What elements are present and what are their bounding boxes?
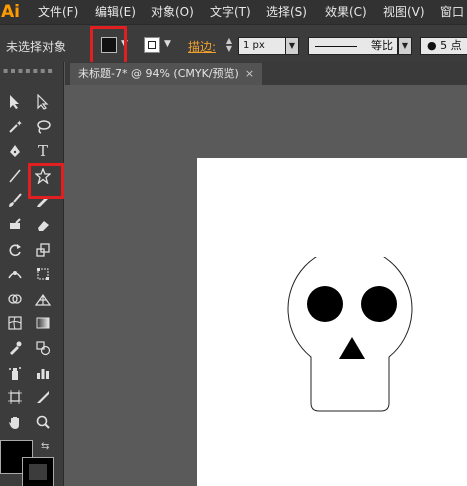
brush-dot-icon: ● bbox=[427, 39, 437, 52]
brush-definition-select[interactable]: ● 5 点 bbox=[420, 37, 467, 55]
profile-label: 等比 bbox=[371, 39, 393, 52]
document-tab-title: 未标题-7* @ 94% (CMYK/预览) bbox=[78, 67, 239, 80]
magic-wand-tool-icon[interactable]: ✦ bbox=[3, 116, 27, 138]
lasso-tool-icon[interactable] bbox=[31, 116, 55, 138]
slice-tool-icon[interactable] bbox=[31, 386, 55, 408]
zoom-tool-icon[interactable] bbox=[31, 411, 55, 433]
artboard-tool-icon[interactable] bbox=[3, 386, 27, 408]
width-tool-icon[interactable] bbox=[3, 263, 27, 285]
stroke-label[interactable]: 描边: bbox=[188, 38, 216, 55]
brush-value: 5 点 bbox=[440, 39, 462, 52]
illustrator-logo: Ai bbox=[1, 2, 20, 22]
menu-bar: Ai 文件(F) 编辑(E) 对象(O) 文字(T) 选择(S) 效果(C) 视… bbox=[0, 0, 467, 24]
menu-object[interactable]: 对象(O) bbox=[151, 3, 194, 21]
menu-edit[interactable]: 编辑(E) bbox=[95, 3, 136, 21]
line-segment-tool-icon[interactable] bbox=[3, 165, 27, 187]
menu-select[interactable]: 选择(S) bbox=[266, 3, 307, 21]
paintbrush-tool-icon[interactable] bbox=[3, 189, 27, 211]
shape-builder-tool-icon[interactable] bbox=[3, 288, 27, 310]
variable-width-profile-select[interactable]: 等比 bbox=[308, 37, 398, 55]
svg-text:✦: ✦ bbox=[16, 119, 23, 128]
pen-tool-icon[interactable] bbox=[3, 140, 27, 162]
skull-right-eye[interactable] bbox=[361, 286, 397, 322]
swap-fill-stroke-icon[interactable]: ⇆ bbox=[41, 441, 49, 452]
direct-selection-tool-icon[interactable] bbox=[31, 91, 55, 113]
menu-view[interactable]: 视图(V) bbox=[383, 3, 425, 21]
column-graph-tool-icon[interactable] bbox=[31, 362, 55, 384]
menu-file[interactable]: 文件(F) bbox=[38, 3, 78, 21]
perspective-grid-tool-icon[interactable] bbox=[31, 288, 55, 310]
scale-tool-icon[interactable] bbox=[31, 239, 55, 261]
stroke-color-box[interactable] bbox=[22, 457, 54, 486]
skull-outline[interactable] bbox=[287, 257, 413, 412]
stroke-dropdown-arrow-icon[interactable]: ▼ bbox=[164, 39, 171, 49]
type-tool-icon[interactable]: T bbox=[31, 140, 55, 162]
skull-artwork[interactable] bbox=[286, 257, 414, 415]
menu-type[interactable]: 文字(T) bbox=[210, 3, 251, 21]
hand-tool-icon[interactable] bbox=[3, 411, 27, 433]
selection-status: 未选择对象 bbox=[6, 40, 67, 54]
profile-line-preview bbox=[315, 46, 357, 47]
panel-grip-icon[interactable]: ▪▪▪▪▪▪▪ bbox=[0, 66, 64, 76]
eyedropper-tool-icon[interactable] bbox=[3, 337, 27, 359]
selection-tool-icon[interactable] bbox=[3, 91, 27, 113]
menu-effect[interactable]: 效果(C) bbox=[325, 3, 367, 21]
eraser-tool-icon[interactable] bbox=[31, 214, 55, 236]
rotate-tool-icon[interactable] bbox=[3, 239, 27, 261]
symbol-sprayer-tool-icon[interactable] bbox=[3, 362, 27, 384]
close-icon[interactable]: × bbox=[245, 63, 254, 85]
star-tool-highlight-box bbox=[28, 163, 64, 199]
menu-window[interactable]: 窗口 bbox=[440, 3, 464, 21]
mesh-tool-icon[interactable] bbox=[3, 312, 27, 334]
stroke-color-swatch[interactable] bbox=[144, 37, 160, 53]
stroke-weight-spinner[interactable]: ▲ ▼ bbox=[222, 37, 236, 55]
stroke-weight-dropdown-icon[interactable]: ▼ bbox=[285, 37, 299, 55]
gradient-tool-icon[interactable] bbox=[31, 312, 55, 334]
free-transform-tool-icon[interactable] bbox=[31, 263, 55, 285]
profile-dropdown-icon[interactable]: ▼ bbox=[398, 37, 412, 55]
document-tab[interactable]: 未标题-7* @ 94% (CMYK/预览) × bbox=[70, 63, 263, 85]
blob-brush-tool-icon[interactable] bbox=[3, 214, 27, 236]
fill-highlight-box bbox=[90, 26, 127, 66]
skull-left-eye[interactable] bbox=[307, 286, 343, 322]
blend-tool-icon[interactable] bbox=[31, 337, 55, 359]
stroke-weight-input[interactable]: 1 px bbox=[238, 37, 286, 55]
